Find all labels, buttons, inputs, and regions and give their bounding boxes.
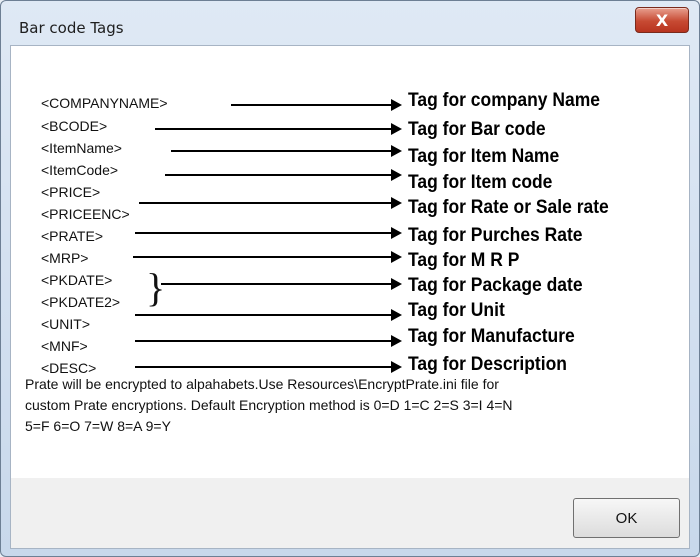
tag-price: <PRICE> (41, 184, 101, 200)
arrow-icon (161, 278, 402, 290)
tag-itemname: <ItemName> (41, 140, 122, 156)
arrow-icon (165, 169, 402, 181)
desc-mnf: Tag for Manufacture (408, 326, 575, 347)
tag-companyname: <COMPANYNAME> (41, 95, 168, 111)
window-title: Bar code Tags (19, 19, 124, 37)
note-line: Prate will be encrypted to alpahabets.Us… (25, 376, 499, 392)
desc-bcode: Tag for Bar code (408, 119, 546, 140)
tag-info-panel: <COMPANYNAME> <BCODE> <ItemName> <ItemCo… (11, 46, 689, 478)
arrow-icon (135, 335, 402, 347)
desc-itemname: Tag for Item Name (408, 146, 560, 167)
tag-mrp: <MRP> (41, 250, 89, 266)
tag-unit: <UNIT> (41, 316, 91, 332)
close-button[interactable]: X (635, 7, 689, 33)
title-bar[interactable]: Bar code Tags X (1, 1, 699, 45)
desc-mrp: Tag for M R P (408, 250, 520, 271)
arrow-icon (231, 99, 402, 111)
dialog-client-area: <COMPANYNAME> <BCODE> <ItemName> <ItemCo… (10, 45, 690, 549)
arrow-icon (139, 197, 402, 209)
desc-prate: Tag for Purches Rate (408, 225, 583, 246)
desc-desc: Tag for Description (408, 354, 567, 375)
desc-companyname: Tag for company Name (408, 90, 601, 111)
encryption-note: Prate will be encrypted to alpahabets.Us… (25, 374, 625, 437)
desc-itemcode: Tag for Item code (408, 172, 553, 193)
desc-unit: Tag for Unit (408, 300, 505, 321)
tag-mnf: <MNF> (41, 338, 88, 354)
desc-pkdate: Tag for Package date (408, 275, 583, 296)
arrow-icon (133, 251, 402, 263)
tag-prate: <PRATE> (41, 228, 103, 244)
tag-itemcode: <ItemCode> (41, 162, 119, 178)
tag-pkdate: <PKDATE> (41, 272, 113, 288)
arrow-icon (155, 123, 402, 135)
note-line: 5=F 6=O 7=W 8=A 9=Y (25, 418, 171, 434)
note-line: custom Prate encryptions. Default Encryp… (25, 397, 513, 413)
arrow-icon (171, 145, 402, 157)
desc-priceenc: Tag for Rate or Sale rate (408, 197, 609, 218)
ok-button[interactable]: OK (573, 498, 680, 538)
arrow-icon (135, 309, 402, 321)
brace-icon: } (146, 265, 166, 310)
close-icon: X (655, 10, 669, 30)
tag-pkdate2: <PKDATE2> (41, 294, 121, 310)
tag-bcode: <BCODE> (41, 118, 108, 134)
arrow-icon (135, 227, 402, 239)
tag-priceenc: <PRICEENC> (41, 206, 130, 222)
dialog-window: Bar code Tags X <COMPANYNAME> <BCODE> <I… (0, 0, 700, 557)
arrow-icon (135, 361, 402, 373)
